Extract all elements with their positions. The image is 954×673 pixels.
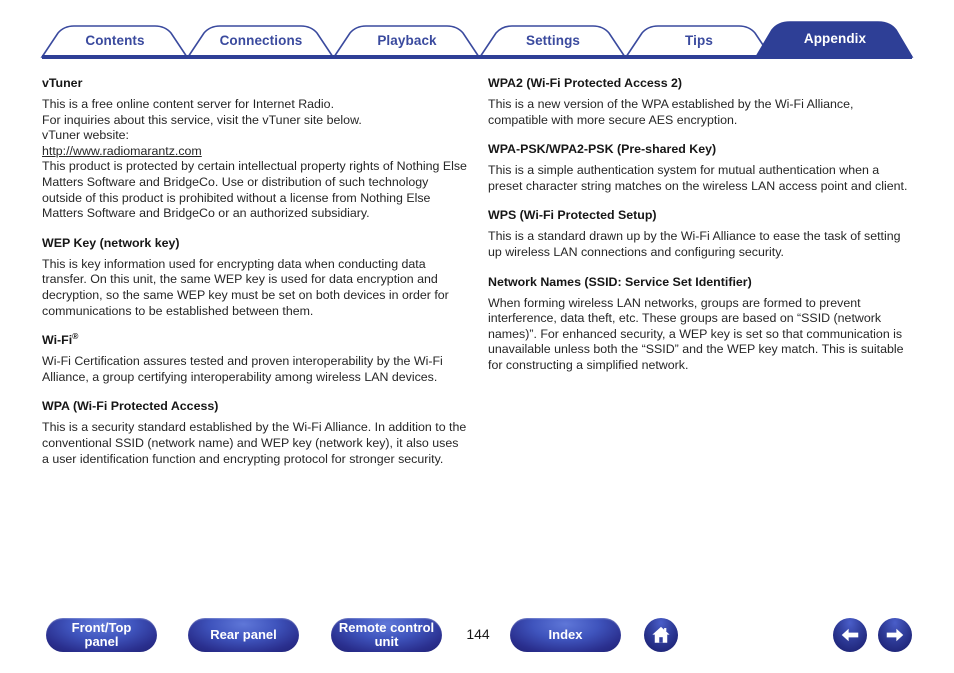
vtuner-paragraph: This product is protected by certain int… — [42, 159, 467, 221]
arrow-right-icon — [886, 628, 904, 642]
front-top-panel-button[interactable]: Front/Top panel — [46, 618, 157, 652]
arrow-left-icon — [841, 628, 859, 642]
heading-wifi-text: Wi-Fi — [42, 333, 73, 348]
page-number: 144 — [466, 626, 490, 642]
page-content: vTuner This is a free online content ser… — [0, 68, 954, 598]
heading-wpa: WPA (Wi-Fi Protected Access) — [42, 399, 219, 414]
tab-connections[interactable]: Connections — [196, 33, 326, 49]
front-top-panel-label-line1: Front/Top — [71, 619, 132, 635]
next-page-button[interactable] — [878, 618, 912, 652]
tab-settings[interactable]: Settings — [488, 33, 618, 49]
home-button[interactable] — [644, 618, 678, 652]
rear-panel-button[interactable]: Rear panel — [188, 618, 299, 652]
index-label: Index — [548, 626, 583, 642]
previous-page-button[interactable] — [833, 618, 867, 652]
rear-panel-label: Rear panel — [210, 626, 277, 642]
heading-wpa2: WPA2 (Wi-Fi Protected Access 2) — [488, 76, 683, 90]
vtuner-line-1: This is a free online content server for… — [42, 97, 335, 111]
front-top-panel-label: Front/Top panel — [71, 619, 132, 650]
right-column: WPA2 (Wi-Fi Protected Access 2) This is … — [488, 76, 913, 388]
body-wpa2: This is a new version of the WPA establi… — [488, 97, 854, 127]
front-top-panel-label-line2: panel — [84, 634, 119, 649]
heading-wpa-psk: WPA-PSK/WPA2-PSK (Pre-shared Key) — [488, 142, 717, 157]
registered-trademark-icon: ® — [72, 331, 79, 341]
body-wpa: This is a security standard established … — [42, 420, 467, 466]
vtuner-line-3: vTuner website: — [42, 128, 130, 143]
left-column: vTuner This is a free online content ser… — [42, 76, 467, 481]
heading-wep-key: WEP Key (network key) — [42, 235, 180, 250]
footer-nav: Front/Top panel Rear panel Remote contro… — [0, 598, 954, 673]
heading-wifi: Wi-Fi® — [42, 331, 467, 348]
tab-contents[interactable]: Contents — [50, 33, 180, 49]
remote-label-line2: unit — [374, 634, 399, 649]
remote-control-unit-label: Remote control unit — [338, 619, 435, 650]
body-wep-key: This is key information used for encrypt… — [42, 256, 449, 318]
tab-bar: Contents Connections Playback Settings T… — [0, 0, 954, 68]
vtuner-line-2: For inquiries about this service, visit … — [42, 112, 362, 127]
body-wps: This is a standard drawn up by the Wi-Fi… — [488, 229, 901, 259]
home-icon — [652, 626, 670, 643]
body-network-names: When forming wireless LAN networks, grou… — [488, 295, 904, 372]
body-vtuner: This is a free online content server for… — [42, 97, 467, 222]
heading-vtuner: vTuner — [42, 76, 83, 90]
body-wpa-psk: This is a simple authentication system f… — [488, 163, 908, 193]
body-wifi: Wi-Fi Certification assures tested and p… — [42, 354, 443, 384]
heading-wps: WPS (Wi-Fi Protected Setup) — [488, 208, 657, 223]
remote-label-line1: Remote control — [338, 619, 435, 635]
index-button[interactable]: Index — [510, 618, 621, 652]
tab-baseline — [42, 55, 912, 59]
tab-playback[interactable]: Playback — [342, 33, 472, 49]
heading-network-names: Network Names (SSID: Service Set Identif… — [488, 274, 752, 289]
tab-appendix[interactable]: Appendix — [770, 31, 900, 47]
remote-control-unit-button[interactable]: Remote control unit — [331, 618, 442, 652]
vtuner-website-link[interactable]: http://www.radiomarantz.com — [42, 144, 467, 160]
tab-tips[interactable]: Tips — [634, 33, 764, 49]
